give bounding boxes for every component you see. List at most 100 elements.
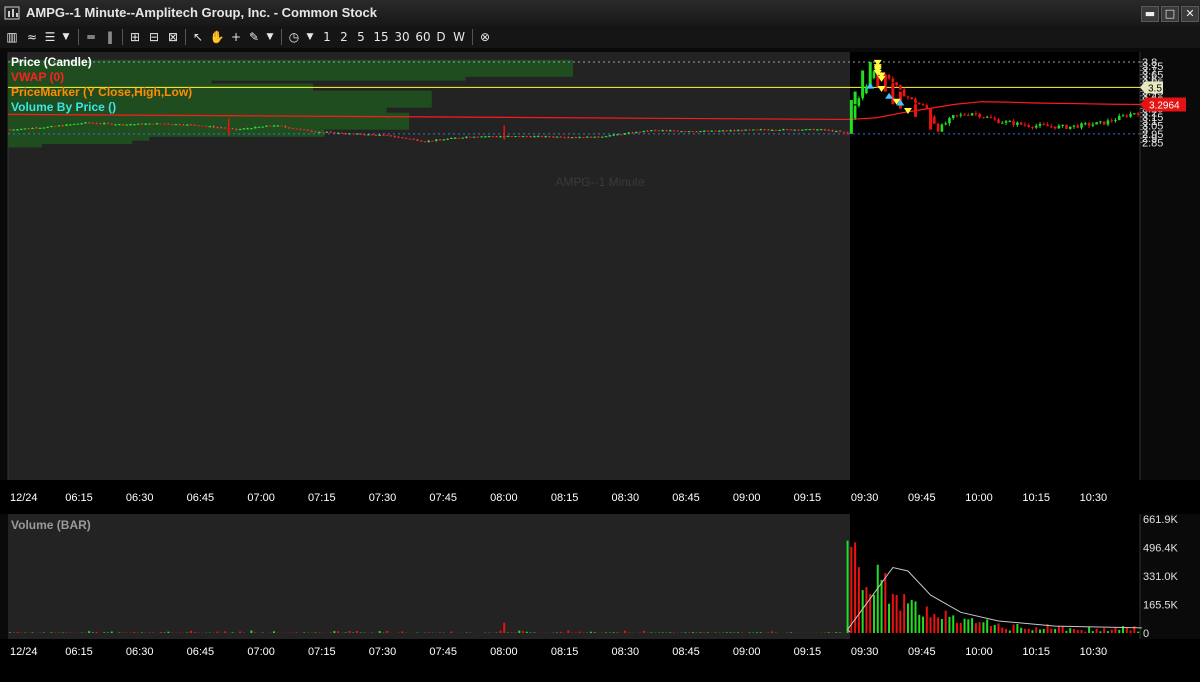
- candle-body: [371, 134, 374, 135]
- volume-bar: [1031, 630, 1033, 633]
- volume-time-axis-time-label: 07:15: [308, 646, 336, 658]
- volume-bar: [590, 632, 592, 633]
- candle-body: [412, 139, 415, 140]
- indicators-icon[interactable]: ☰: [42, 29, 58, 45]
- candle-body: [578, 137, 581, 138]
- volume-bar: [511, 632, 513, 633]
- volume-time-axis-date-label: 12/24: [10, 646, 38, 658]
- cancel-icon[interactable]: ⊗: [477, 29, 493, 45]
- volume-bar: [50, 632, 52, 633]
- interval-dropdown-icon[interactable]: ▼: [304, 29, 316, 45]
- legend-price[interactable]: Price (Candle): [11, 55, 92, 69]
- candle-body: [12, 130, 15, 131]
- volume-bar: [428, 632, 430, 633]
- candle-body: [314, 132, 317, 133]
- candle-body: [541, 136, 544, 137]
- candle-body: [1080, 123, 1083, 127]
- candle-body: [1110, 120, 1113, 121]
- volume-bar: [662, 632, 664, 633]
- candle-body: [193, 125, 196, 126]
- close-button[interactable]: ✕: [1181, 6, 1199, 22]
- candle-body: [631, 133, 634, 134]
- volume-time-axis-time-label: 10:30: [1080, 646, 1108, 658]
- candle-body: [137, 124, 140, 125]
- candle-body: [518, 136, 521, 137]
- candle-body: [239, 129, 242, 130]
- volume-bar: [224, 631, 226, 633]
- timeframe-5[interactable]: 5: [355, 29, 367, 45]
- volume-bar: [730, 632, 732, 633]
- candle-body: [401, 137, 404, 138]
- volume-bar: [92, 632, 94, 633]
- clock-icon[interactable]: ◷: [286, 29, 302, 45]
- draw-tools-dropdown-icon[interactable]: ▼: [264, 29, 276, 45]
- candle-body: [888, 75, 891, 79]
- volume-bar: [232, 632, 234, 633]
- chart-canvas[interactable]: AMPG--1 Minute 3.83.753.73.653.63.553.53…: [0, 48, 1200, 677]
- candle-body: [190, 125, 193, 126]
- chart-area[interactable]: AMPG--1 Minute 3.83.753.73.653.63.553.53…: [0, 48, 1200, 677]
- volume-bar: [1005, 629, 1007, 633]
- volume-bar: [1013, 625, 1015, 633]
- candle-body: [684, 131, 687, 132]
- candle-body: [209, 126, 212, 127]
- maximize-button[interactable]: □: [1161, 6, 1179, 22]
- candle-body: [941, 124, 944, 131]
- candle-body: [929, 108, 932, 129]
- horizontal-line-icon[interactable]: ═: [83, 29, 99, 45]
- pointer-icon[interactable]: ↖: [190, 29, 206, 45]
- bar-chart-icon[interactable]: ▥: [4, 29, 20, 45]
- candle-body: [24, 128, 27, 129]
- candle-body: [333, 132, 336, 133]
- layout-icon[interactable]: ⊟: [146, 29, 162, 45]
- candle-body: [627, 133, 630, 134]
- legend-price-marker[interactable]: PriceMarker (Y Close,High,Low): [11, 85, 192, 99]
- volume-bar: [914, 601, 916, 633]
- timeframe-15[interactable]: 15: [372, 29, 390, 45]
- volume-bar: [43, 632, 45, 633]
- timeframe-2[interactable]: 2: [338, 29, 350, 45]
- timeframe-60[interactable]: 60: [414, 29, 432, 45]
- crosshair-icon[interactable]: +: [228, 29, 244, 45]
- volume-bar: [737, 632, 739, 633]
- volume-bar: [356, 631, 358, 633]
- time-axis-time-label: 10:15: [1022, 492, 1050, 504]
- volume-bar: [1081, 630, 1083, 633]
- candle-body: [793, 130, 796, 131]
- timeframe-weekly[interactable]: W: [451, 29, 467, 45]
- timeframe-30[interactable]: 30: [393, 29, 411, 45]
- crosshair-box-icon[interactable]: ⊠: [165, 29, 181, 45]
- candle-body: [420, 141, 423, 142]
- candle-body: [160, 123, 163, 124]
- candle-body: [567, 137, 570, 138]
- grid-icon[interactable]: ⊞: [127, 29, 143, 45]
- candle-body: [171, 124, 174, 125]
- pencil-icon[interactable]: ✎: [246, 29, 262, 45]
- time-axis-time-label: 06:30: [126, 492, 154, 504]
- candle-body: [126, 125, 129, 126]
- line-style-icon[interactable]: ≈: [24, 29, 40, 45]
- timeframe-1[interactable]: 1: [321, 29, 333, 45]
- volume-time-axis-time-label: 06:45: [187, 646, 215, 658]
- legend-vwap[interactable]: VWAP (0): [11, 70, 64, 84]
- candle-body: [907, 96, 910, 97]
- volume-bar: [499, 631, 501, 633]
- legend-volume-by-price[interactable]: Volume By Price (): [11, 100, 116, 114]
- candle-body: [386, 135, 389, 136]
- volume-bar: [333, 631, 335, 633]
- candle-body: [1039, 124, 1042, 126]
- volume-bar: [560, 632, 562, 633]
- vertical-line-icon[interactable]: ‖: [102, 29, 118, 45]
- time-axis-time-label: 10:00: [965, 492, 993, 504]
- candle-body: [620, 134, 623, 135]
- candle-body: [341, 133, 344, 134]
- volume-bar: [896, 595, 898, 633]
- candle-body: [378, 135, 381, 136]
- volume-bar: [167, 632, 169, 633]
- volume-bar: [847, 541, 849, 633]
- candle-body: [254, 127, 257, 128]
- chevron-down-icon[interactable]: ▼: [60, 29, 72, 45]
- timeframe-daily[interactable]: D: [435, 29, 447, 45]
- minimize-button[interactable]: ▬: [1141, 6, 1159, 22]
- hand-icon[interactable]: ✋: [209, 29, 225, 45]
